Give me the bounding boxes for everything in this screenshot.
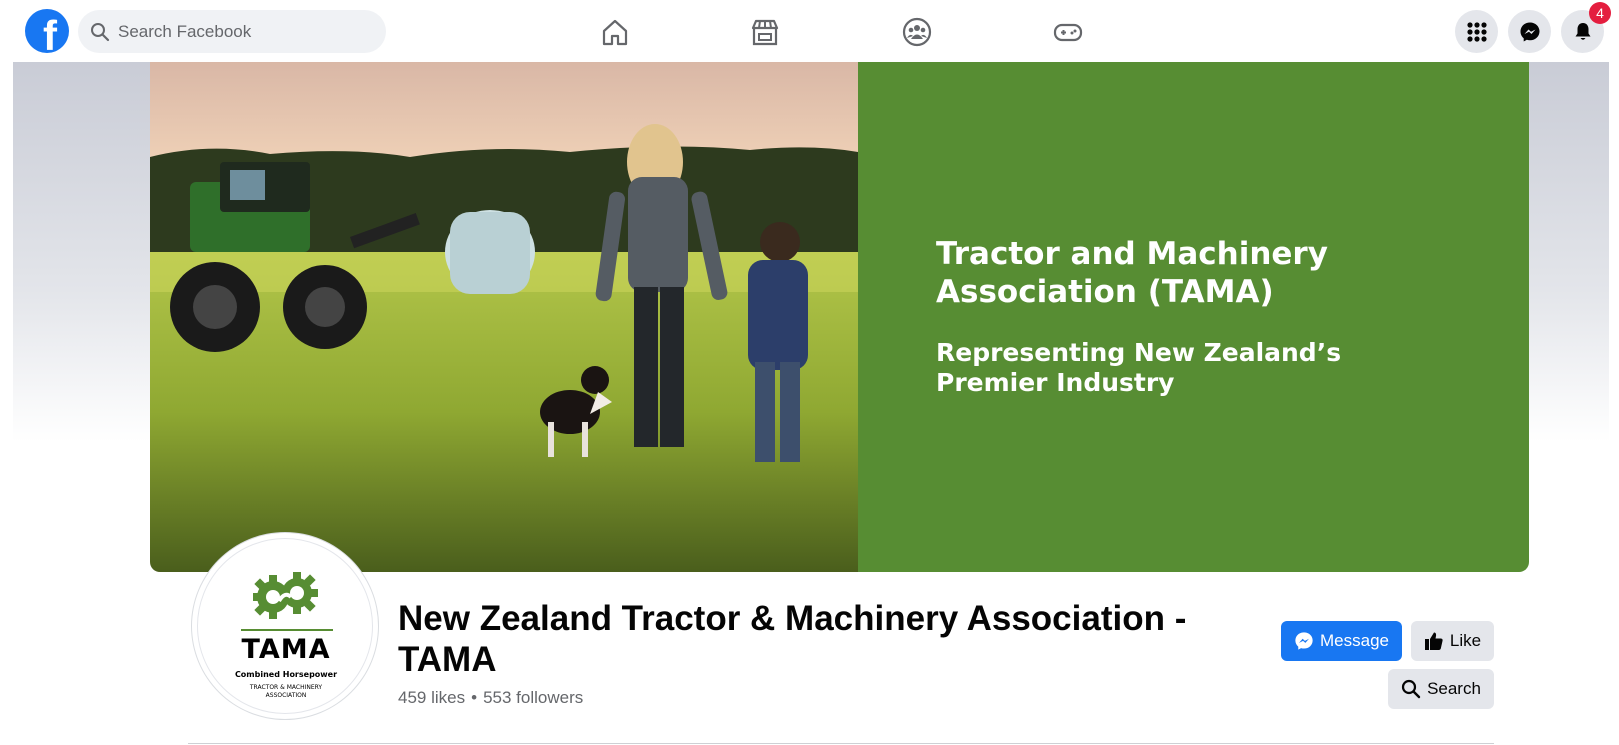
- menu-grid-icon[interactable]: [1455, 10, 1498, 53]
- cover-green-panel: Tractor and Machinery Association (TAMA)…: [858, 62, 1529, 572]
- page-search-button[interactable]: Search: [1388, 669, 1494, 709]
- page-search-button-label: Search: [1427, 679, 1481, 698]
- notification-badge: 4: [1589, 2, 1611, 24]
- message-button-label: Message: [1320, 631, 1389, 650]
- gaming-icon[interactable]: [1048, 12, 1088, 52]
- messenger-icon: [1295, 632, 1313, 650]
- groups-icon[interactable]: [897, 12, 937, 52]
- logo-tagline: Combined Horsepower: [234, 670, 338, 679]
- page-title: New Zealand Tractor & Machinery Associat…: [398, 599, 1187, 679]
- page-stats: 459 likes • 553 followers: [398, 688, 583, 708]
- logo-subtext-line2: ASSOCIATION: [265, 692, 307, 699]
- home-icon[interactable]: [595, 12, 635, 52]
- thumbs-up-icon: [1424, 632, 1443, 650]
- messenger-icon[interactable]: [1508, 10, 1551, 53]
- tama-logo: TAMA Combined Horsepower TRACTOR & MACHI…: [197, 538, 373, 714]
- search-icon: [91, 22, 110, 41]
- facebook-logo-icon[interactable]: f: [25, 9, 69, 53]
- profile-picture[interactable]: TAMA Combined Horsepower TRACTOR & MACHI…: [192, 533, 378, 719]
- header-divider: [188, 743, 1494, 744]
- gear-logo-icon: [253, 572, 318, 619]
- like-button[interactable]: Like: [1411, 621, 1494, 661]
- cover-subtitle: Representing New Zealand’s Premier Indus…: [936, 338, 1342, 397]
- search-icon: [1401, 679, 1421, 699]
- search-box[interactable]: [78, 10, 386, 53]
- search-input[interactable]: [118, 21, 358, 42]
- top-navigation-bar: f 4: [0, 0, 1619, 62]
- marketplace-icon[interactable]: [745, 12, 785, 52]
- likes-count[interactable]: 459 likes: [398, 688, 465, 707]
- followers-count[interactable]: 553 followers: [483, 688, 583, 707]
- like-button-label: Like: [1449, 631, 1482, 650]
- logo-subtext-line1: TRACTOR & MACHINERY: [249, 684, 323, 691]
- cover-photo-image: [150, 62, 858, 572]
- cover-photo[interactable]: Tractor and Machinery Association (TAMA)…: [150, 62, 1529, 572]
- cover-title: Tractor and Machinery Association (TAMA): [936, 236, 1328, 310]
- facebook-logo-letter: f: [43, 12, 57, 54]
- message-button[interactable]: Message: [1281, 621, 1402, 661]
- logo-divider: [241, 629, 333, 631]
- stats-separator: •: [471, 688, 478, 707]
- logo-name: TAMA: [241, 634, 331, 665]
